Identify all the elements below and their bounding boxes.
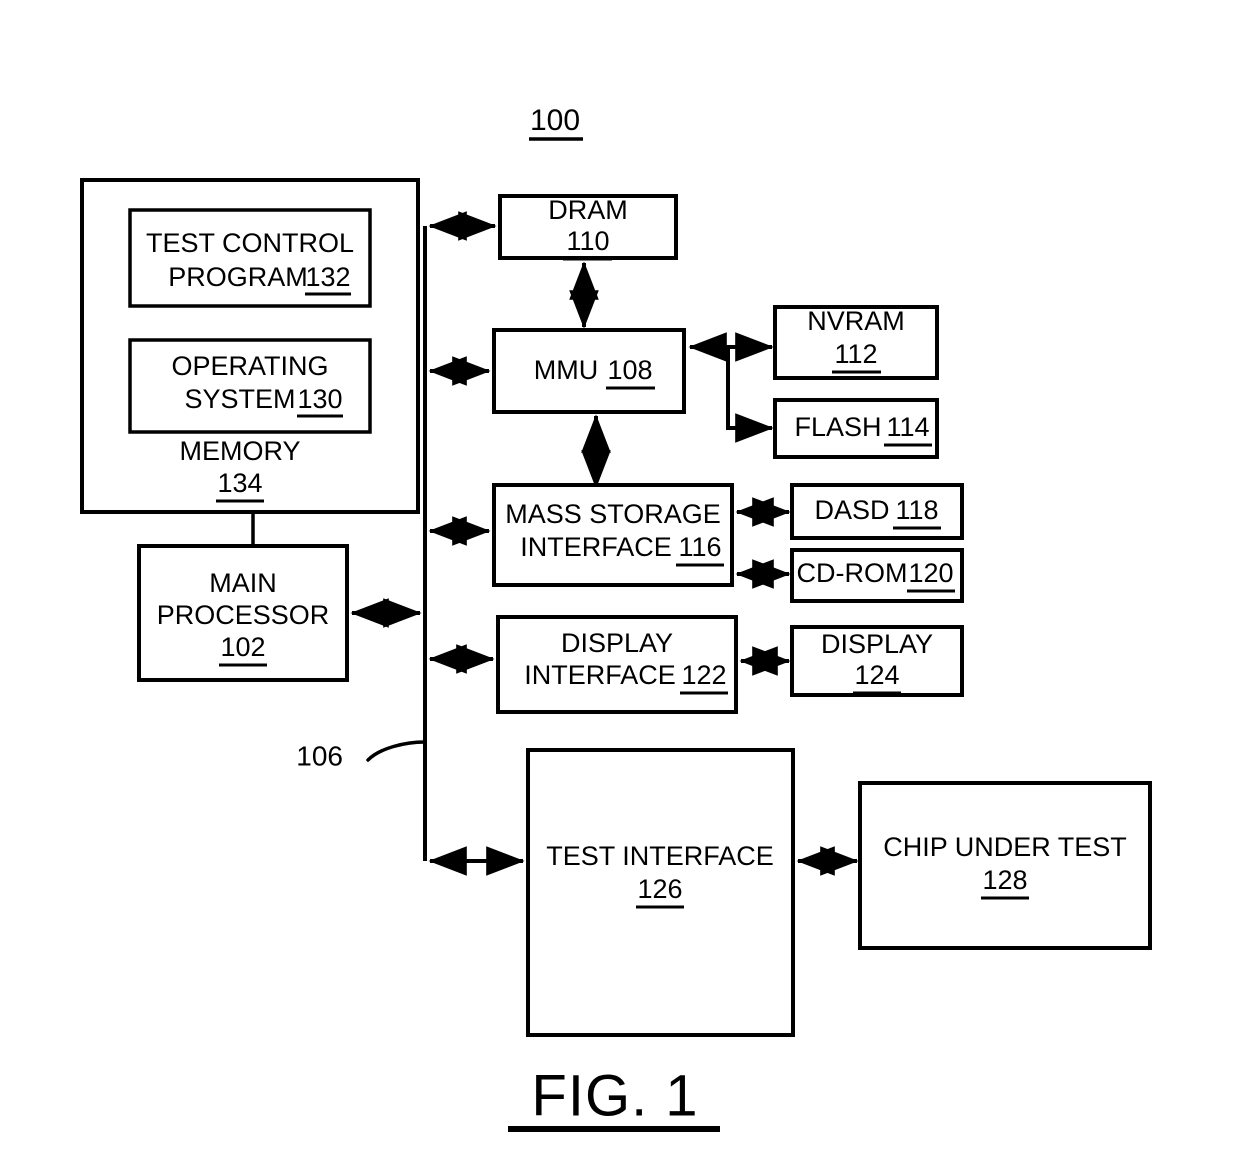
display-interface-label-line1: DISPLAY bbox=[561, 628, 673, 658]
operating-system-ref: 130 bbox=[297, 384, 342, 414]
display-ref: 124 bbox=[854, 660, 899, 690]
nvram-label: NVRAM bbox=[807, 306, 905, 336]
test-interface-ref: 126 bbox=[637, 874, 682, 904]
figure-1-block-diagram: 100 TEST CONTROL PROGRAM 132 OPERATING S… bbox=[0, 0, 1240, 1167]
flash-label: FLASH bbox=[794, 412, 881, 442]
bus-reference-106: 106 bbox=[296, 740, 343, 771]
memory-label: MEMORY bbox=[179, 436, 300, 466]
mass-storage-interface-ref: 116 bbox=[678, 532, 721, 562]
cdrom-ref: 120 bbox=[908, 558, 953, 588]
dram-ref: 110 bbox=[566, 226, 609, 256]
test-interface-label: TEST INTERFACE bbox=[546, 841, 774, 871]
test-control-program-label-line2: PROGRAM bbox=[168, 262, 308, 292]
display-interface-label-line2: INTERFACE bbox=[524, 660, 676, 690]
dram-label: DRAM bbox=[548, 195, 628, 225]
display-interface-ref: 122 bbox=[681, 660, 726, 690]
figure-reference-100: 100 bbox=[530, 104, 580, 137]
main-processor-label-line1: MAIN bbox=[209, 568, 277, 598]
arrow-mmu-flash bbox=[726, 347, 774, 443]
figure-caption: FIG. 1 bbox=[531, 1063, 698, 1128]
mmu-label: MMU bbox=[534, 355, 598, 385]
mass-storage-interface-label-line2: INTERFACE bbox=[520, 532, 672, 562]
mass-storage-interface-label-line1: MASS STORAGE bbox=[505, 499, 721, 529]
test-control-program-ref: 132 bbox=[305, 262, 350, 292]
diagram-canvas: 100 TEST CONTROL PROGRAM 132 OPERATING S… bbox=[80, 104, 1152, 1132]
flash-ref: 114 bbox=[886, 412, 929, 442]
bus-reference-leader bbox=[366, 740, 427, 762]
display-label: DISPLAY bbox=[821, 629, 933, 659]
dasd-ref: 118 bbox=[895, 495, 938, 525]
main-processor-label-line2: PROCESSOR bbox=[157, 600, 330, 630]
test-control-program-label-line1: TEST CONTROL bbox=[146, 228, 354, 258]
operating-system-label-line1: OPERATING bbox=[171, 351, 328, 381]
main-processor-ref: 102 bbox=[220, 632, 265, 662]
operating-system-label-line2: SYSTEM bbox=[184, 384, 295, 414]
chip-under-test-label: CHIP UNDER TEST bbox=[883, 832, 1127, 862]
nvram-ref: 112 bbox=[834, 339, 877, 369]
mmu-ref: 108 bbox=[607, 355, 652, 385]
memory-ref: 134 bbox=[217, 468, 262, 498]
chip-under-test-ref: 128 bbox=[982, 865, 1027, 895]
dasd-label: DASD bbox=[814, 495, 889, 525]
cdrom-label: CD-ROM bbox=[797, 558, 908, 588]
